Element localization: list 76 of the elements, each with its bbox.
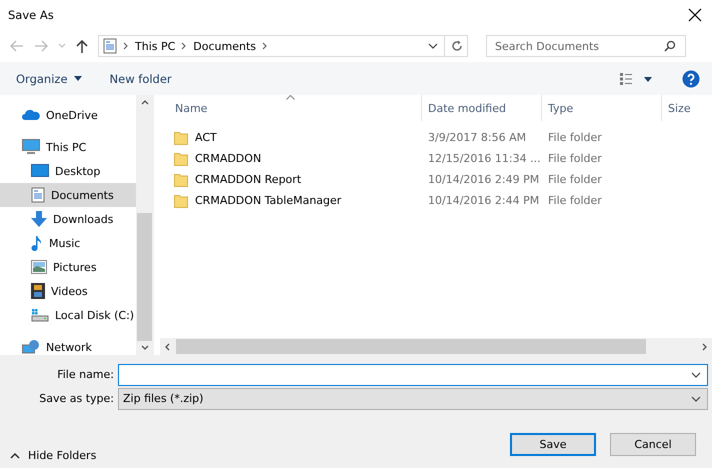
- download-arrow-icon: [31, 211, 47, 227]
- file-type: File folder: [547, 130, 603, 146]
- chevron-down-icon[interactable]: [691, 396, 701, 402]
- file-type: File folder: [547, 172, 603, 188]
- column-header[interactable]: Type: [542, 95, 662, 121]
- up-arrow-icon[interactable]: [76, 39, 88, 53]
- folder-icon: [174, 194, 188, 208]
- field-label: Save as type:: [38, 392, 115, 405]
- address-bar[interactable]: This PC Documents: [98, 35, 468, 57]
- monitor-icon: [22, 139, 40, 155]
- sidebar-item[interactable]: OneDrive: [0, 103, 136, 127]
- document-icon: [31, 187, 45, 203]
- refresh-icon[interactable]: [451, 40, 463, 52]
- film-strip-icon: [31, 283, 45, 299]
- chevron-down-icon[interactable]: [428, 43, 438, 49]
- scroll-up-icon[interactable]: [140, 99, 148, 105]
- date-modified: 10/14/2016 2:49 PM: [427, 172, 540, 188]
- chevron-up-icon: [10, 452, 20, 458]
- new-folder-button[interactable]: New folder: [110, 72, 172, 86]
- breadcrumb[interactable]: Documents: [193, 40, 256, 52]
- desktop-icon: [31, 164, 49, 178]
- chevron-right-icon: [123, 42, 129, 50]
- sidebar-item[interactable]: Documents: [0, 183, 136, 207]
- sidebar-item[interactable]: Videos: [0, 279, 136, 303]
- scroll-left-icon[interactable]: [164, 342, 170, 350]
- search-field[interactable]: Search Documents: [486, 35, 686, 57]
- view-options-icon[interactable]: [620, 72, 654, 84]
- file-name[interactable]: CRMADDON: [160, 148, 422, 169]
- network-icon: [22, 339, 40, 355]
- sidebar-item[interactable]: Pictures: [0, 255, 136, 279]
- file-name-field[interactable]: [118, 364, 708, 386]
- folder-icon: [174, 172, 188, 186]
- file-name[interactable]: CRMADDON Report: [160, 169, 422, 190]
- file-type: File folder: [547, 151, 603, 167]
- music-note-icon: [31, 235, 43, 251]
- file-type: File folder: [547, 193, 603, 209]
- chevron-down-icon[interactable]: [691, 372, 701, 378]
- column-header[interactable]: Name: [160, 95, 422, 121]
- sidebar-item[interactable]: Network: [0, 335, 136, 359]
- column-header[interactable]: Size: [662, 95, 712, 121]
- vertical-scrollbar[interactable]: [136, 95, 153, 355]
- chevron-right-icon: [262, 42, 268, 50]
- picture-icon: [31, 260, 47, 274]
- file-type-dropdown[interactable]: Zip files (*.zip): [118, 388, 708, 410]
- document-icon: [103, 38, 117, 54]
- drive-icon: [31, 308, 49, 322]
- save-button[interactable]: Save: [510, 433, 596, 456]
- date-modified: 10/14/2016 2:44 PM: [427, 193, 540, 209]
- cancel-button[interactable]: Cancel: [610, 433, 696, 456]
- organize-menu[interactable]: Organize: [16, 72, 82, 86]
- sidebar-item[interactable]: Local Disk (C:): [0, 303, 136, 327]
- folder-icon: [174, 130, 188, 144]
- caret-down-icon: [74, 76, 82, 81]
- column-header[interactable]: Date modified: [422, 95, 542, 121]
- sidebar-item[interactable]: This PC: [0, 135, 136, 159]
- breadcrumb[interactable]: This PC: [135, 40, 176, 52]
- sidebar-item[interactable]: Desktop: [0, 159, 136, 183]
- scroll-down-icon[interactable]: [140, 345, 148, 351]
- date-modified: 12/15/2016 11:34 ...: [427, 151, 542, 167]
- date-modified: 3/9/2017 8:56 AM: [427, 130, 528, 146]
- hide-folders-button[interactable]: Hide Folders: [10, 449, 96, 462]
- scroll-right-icon[interactable]: [702, 342, 708, 350]
- search-icon: [664, 40, 676, 52]
- horizontal-scrollbar[interactable]: [160, 338, 712, 355]
- cloud-icon: [22, 109, 40, 121]
- sort-up-icon: [286, 95, 295, 100]
- file-name[interactable]: CRMADDON TableManager: [160, 190, 422, 211]
- chevron-right-icon: [181, 42, 188, 50]
- window-title: Save As: [8, 8, 54, 22]
- folder-icon: [174, 152, 188, 166]
- close-icon[interactable]: [688, 8, 702, 22]
- sidebar-item[interactable]: Downloads: [0, 207, 136, 231]
- field-label: File name:: [56, 368, 115, 381]
- file-name[interactable]: ACT: [160, 127, 422, 148]
- sidebar-item[interactable]: Music: [0, 231, 136, 255]
- help-icon[interactable]: [682, 70, 700, 88]
